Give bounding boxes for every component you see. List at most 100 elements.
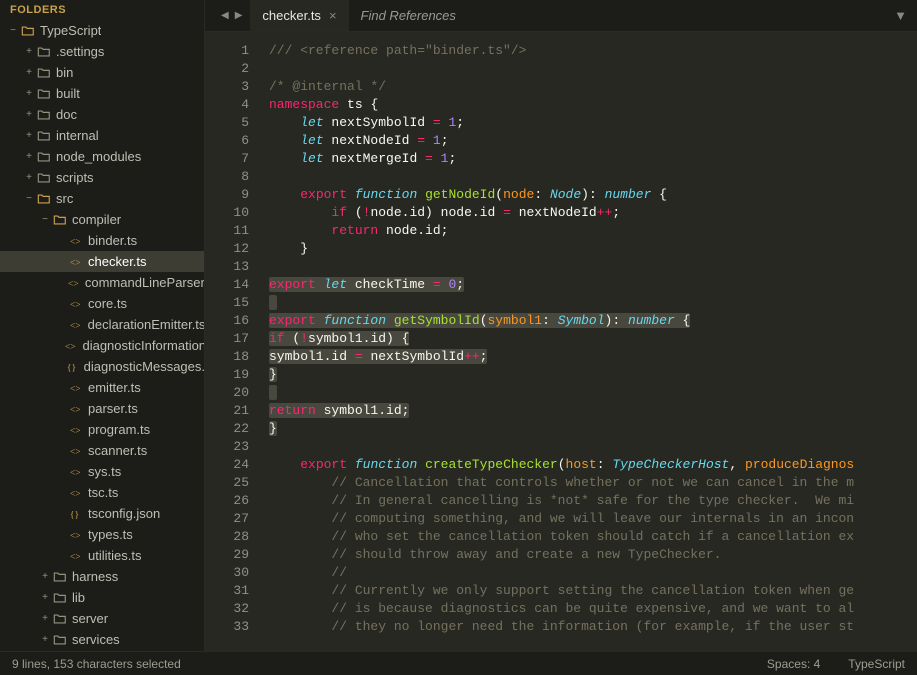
tree-item[interactable]: <>emitter.ts (0, 377, 204, 398)
code-line[interactable]: // Currently we only support setting the… (269, 582, 917, 600)
expand-icon[interactable]: + (38, 613, 52, 624)
tree-item[interactable]: −src (0, 188, 204, 209)
tree-item[interactable]: + services (0, 629, 204, 650)
code-line[interactable]: } (269, 420, 917, 438)
code-line[interactable]: /* @internal */ (269, 78, 917, 96)
tree-item[interactable]: <>binder.ts (0, 230, 204, 251)
tree-item-label: node_modules (56, 149, 141, 164)
code-line[interactable]: return node.id; (269, 222, 917, 240)
tree-item[interactable]: +scripts (0, 167, 204, 188)
code-line[interactable]: /// <reference path="binder.ts"/> (269, 42, 917, 60)
code-line[interactable]: // computing something, and we will leav… (269, 510, 917, 528)
code-line[interactable]: return symbol1.id; (269, 402, 917, 420)
tree-item[interactable]: + .settings (0, 41, 204, 62)
code-line[interactable]: let nextNodeId = 1; (269, 132, 917, 150)
code-line[interactable]: export function getSymbolId(symbol1: Sym… (269, 312, 917, 330)
tree-item[interactable]: <>types.ts (0, 524, 204, 545)
collapse-icon[interactable]: − (38, 214, 52, 225)
code-line[interactable] (269, 384, 917, 402)
code-line[interactable] (269, 294, 917, 312)
folder-icon (36, 107, 52, 123)
code-line[interactable]: symbol1.id = nextSymbolId++; (269, 348, 917, 366)
folder-icon (36, 86, 52, 102)
tree-item-label: .settings (56, 44, 104, 59)
tree-item-label: doc (56, 107, 77, 122)
tree-item[interactable]: <>checker.ts (0, 251, 204, 272)
collapse-icon[interactable]: − (6, 25, 20, 36)
code-line[interactable]: namespace ts { (269, 96, 917, 114)
tree-item[interactable]: +built (0, 83, 204, 104)
tree-item[interactable]: +internal (0, 125, 204, 146)
expand-icon[interactable]: + (22, 88, 36, 99)
code-line[interactable] (269, 60, 917, 78)
code-line[interactable]: if (!node.id) node.id = nextNodeId++; (269, 204, 917, 222)
code-line[interactable]: export function createTypeChecker(host: … (269, 456, 917, 474)
tree-item[interactable]: <>program.ts (0, 419, 204, 440)
code-content[interactable]: /// <reference path="binder.ts"/> /* @in… (261, 32, 917, 651)
folder-tree[interactable]: −TypeScript+.settings+bin+built+doc+inte… (0, 20, 204, 651)
tree-item[interactable]: <>diagnosticInformationMap.ts (0, 335, 204, 356)
expand-icon[interactable]: + (22, 46, 36, 57)
tree-item[interactable]: +lib (0, 587, 204, 608)
tree-item[interactable]: + node_modules (0, 146, 204, 167)
tree-item-label: services (72, 632, 120, 647)
code-line[interactable] (269, 168, 917, 186)
code-line[interactable]: } (269, 366, 917, 384)
tree-item[interactable]: −compiler (0, 209, 204, 230)
collapse-icon[interactable]: − (22, 193, 36, 204)
code-line[interactable]: // In general cancelling is *not* safe f… (269, 492, 917, 510)
code-line[interactable]: let nextSymbolId = 1; (269, 114, 917, 132)
code-editor[interactable]: 1234567891011121314151617181920212223242… (205, 32, 917, 651)
code-line[interactable]: export function getNodeId(node: Node): n… (269, 186, 917, 204)
tree-item[interactable]: <>declarationEmitter.ts (0, 314, 204, 335)
expand-icon[interactable]: + (38, 571, 52, 582)
status-language[interactable]: TypeScript (848, 657, 905, 671)
code-line[interactable]: export let checkTime = 0; (269, 276, 917, 294)
tree-item-label: sys.ts (88, 464, 121, 479)
tree-item[interactable]: {}tsconfig.json (0, 503, 204, 524)
code-line[interactable] (269, 438, 917, 456)
tree-item[interactable]: +harness (0, 566, 204, 587)
tree-item[interactable]: + doc (0, 104, 204, 125)
close-icon[interactable]: × (329, 8, 337, 23)
code-line[interactable]: if (!symbol1.id) { (269, 330, 917, 348)
tab-inactive[interactable]: Find References (349, 0, 468, 31)
tab-bar: ◀ ▶ checker.ts × Find References ▼ (205, 0, 917, 32)
code-line[interactable] (269, 258, 917, 276)
tree-item-label: parser.ts (88, 401, 138, 416)
expand-icon[interactable]: + (22, 67, 36, 78)
tree-item[interactable]: <>sys.ts (0, 461, 204, 482)
tree-item[interactable]: <>scanner.ts (0, 440, 204, 461)
expand-icon[interactable]: + (22, 109, 36, 120)
tab-dropdown-icon[interactable]: ▼ (884, 0, 917, 31)
expand-icon[interactable]: + (22, 172, 36, 183)
code-line[interactable]: // Cancellation that controls whether or… (269, 474, 917, 492)
tree-item[interactable]: <>tsc.ts (0, 482, 204, 503)
expand-icon[interactable]: + (38, 592, 52, 603)
tree-item[interactable]: +server (0, 608, 204, 629)
tree-item-label: utilities.ts (88, 548, 141, 563)
status-spaces[interactable]: Spaces: 4 (767, 657, 820, 671)
folder-open-icon (36, 191, 52, 207)
code-line[interactable]: // is because diagnostics can be quite e… (269, 600, 917, 618)
code-line[interactable]: // (269, 564, 917, 582)
code-line[interactable]: // they no longer need the information (… (269, 618, 917, 636)
tab-prev-icon[interactable]: ◀ (219, 8, 231, 23)
code-line[interactable]: // should throw away and create a new Ty… (269, 546, 917, 564)
tree-item-label: tsc.ts (88, 485, 118, 500)
tree-item[interactable]: <>parser.ts (0, 398, 204, 419)
code-line[interactable]: } (269, 240, 917, 258)
code-line[interactable]: // who set the cancellation token should… (269, 528, 917, 546)
tree-item[interactable]: {}diagnosticMessages.json (0, 356, 204, 377)
expand-icon[interactable]: + (22, 151, 36, 162)
tree-item[interactable]: <>commandLineParser.ts (0, 272, 204, 293)
tree-item[interactable]: <>utilities.ts (0, 545, 204, 566)
code-line[interactable]: let nextMergeId = 1; (269, 150, 917, 168)
expand-icon[interactable]: + (22, 130, 36, 141)
tab-active[interactable]: checker.ts × (250, 0, 348, 31)
tab-next-icon[interactable]: ▶ (233, 8, 245, 23)
tree-item[interactable]: +bin (0, 62, 204, 83)
tree-item[interactable]: −TypeScript (0, 20, 204, 41)
expand-icon[interactable]: + (38, 634, 52, 645)
tree-item[interactable]: <>core.ts (0, 293, 204, 314)
